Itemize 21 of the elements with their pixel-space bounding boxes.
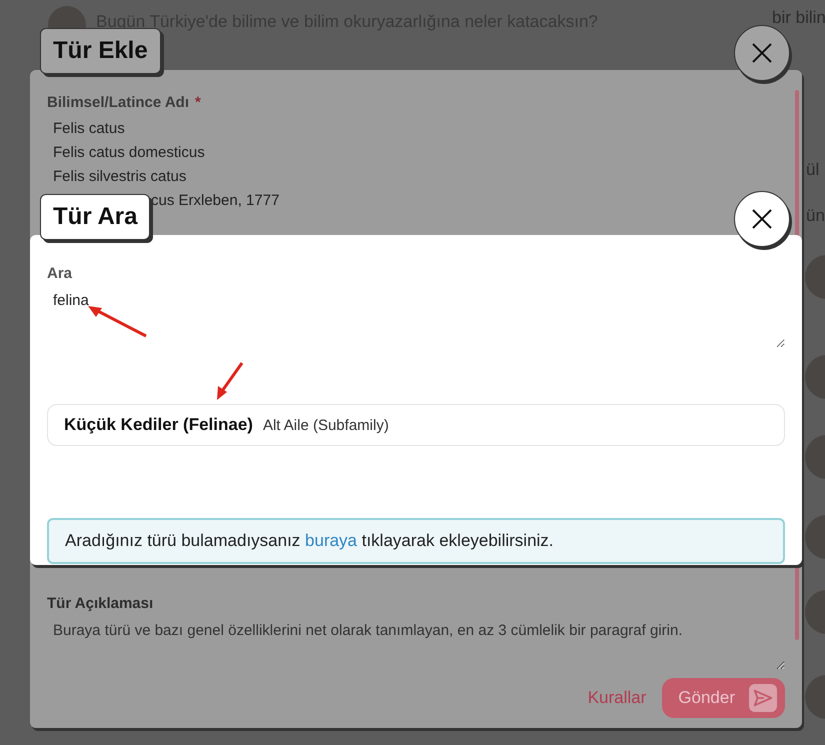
field-label: Tür Açıklaması — [47, 595, 154, 612]
field-label: Ara — [47, 265, 74, 282]
required-mark: * — [194, 94, 201, 111]
result-name: Küçük Kediler (Felinae) — [64, 415, 253, 435]
name-item: Felis catus — [52, 119, 126, 139]
dialog-title: Tür Ara — [40, 194, 150, 240]
dialog-title: Tür Ekle — [40, 28, 161, 74]
submit-button[interactable]: Gönder — [662, 678, 785, 718]
send-icon — [749, 684, 777, 712]
not-found-notice: Aradığınız türü bulamadıysanız buraya tıklayarak ekleyebilirsiniz. — [47, 518, 785, 564]
search-field[interactable]: felina — [47, 288, 785, 348]
add-here-link[interactable]: buraya — [305, 531, 358, 550]
search-result[interactable]: Küçük Kediler (Felinae) Alt Aile (Subfamily) — [47, 404, 785, 446]
description-field[interactable]: Buraya türü ve bazı genel özelliklerini net olarak tanımlayan, en az 3 cümlelik bir paragraf girin. — [47, 618, 785, 670]
field-label: Bilimsel/Latince Adı * — [47, 94, 202, 111]
result-rank: Alt Aile (Subfamily) — [262, 417, 389, 434]
name-item: Felis silvestris catus — [52, 167, 188, 187]
name-item: Felis catus domesticus — [52, 143, 206, 163]
close-icon — [751, 208, 773, 230]
close-icon — [751, 42, 773, 64]
rules-link[interactable]: Kurallar — [588, 688, 646, 708]
